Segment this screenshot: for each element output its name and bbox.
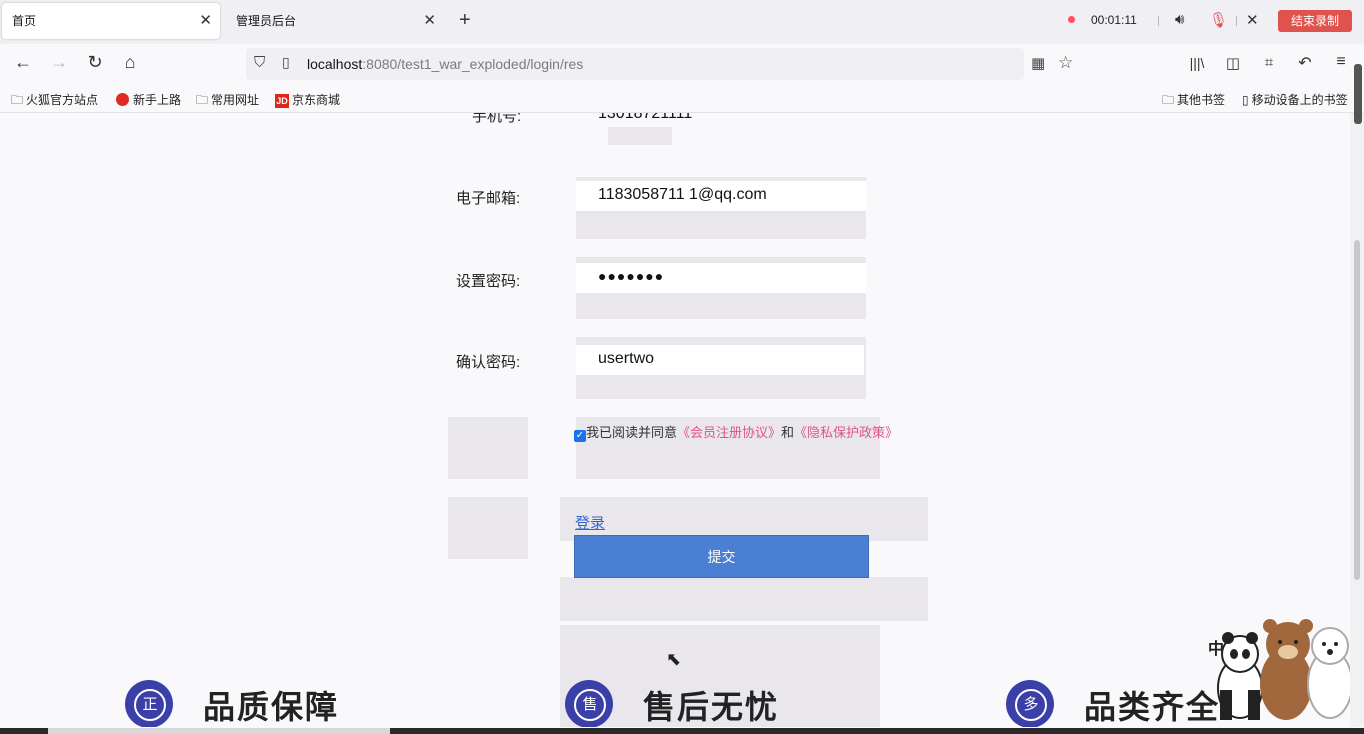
background-block xyxy=(560,577,928,621)
email-label: 电子邮箱: xyxy=(456,190,521,207)
sidebar-icon[interactable]: ◫ xyxy=(1221,54,1245,72)
bookmark-item[interactable]: 新手上路 xyxy=(116,91,181,108)
confirm-password-value[interactable]: usertwo xyxy=(598,350,654,368)
tab-strip: 首页 ✕ 管理员后台 ✕ + 00:01:11 🔊︎ 🎙︎ ✕ 结束录制 xyxy=(0,0,1364,44)
phone-input[interactable]: 13018721111 xyxy=(598,113,692,123)
feature-text: 品质保障 xyxy=(203,689,340,725)
feature-text: 售后无忧 xyxy=(643,689,780,725)
bookmark-item[interactable]: JD 京东商城 xyxy=(275,91,340,108)
screenshot-crop-icon[interactable]: ⌗ xyxy=(1257,54,1281,71)
undo-icon[interactable]: ↶ xyxy=(1293,53,1317,73)
agreement-row: ✓ 我已阅读并同意《会员注册协议》和《隐私保护政策》 xyxy=(574,422,898,442)
recording-timer: 00:01:11 xyxy=(1091,13,1137,27)
navigation-toolbar: ← → ↻ ⌂ ⛉ ▯ localhost:8080/test1_war_exp… xyxy=(0,44,1364,84)
background-block xyxy=(448,417,528,479)
page-icon[interactable]: ▯ xyxy=(282,54,290,71)
menu-icon[interactable]: ≡ xyxy=(1329,53,1353,71)
qr-code-icon[interactable]: ▦ xyxy=(1031,54,1045,72)
mobile-bookmarks[interactable]: ▯ 移动设备上的书签 xyxy=(1242,91,1348,108)
close-tab-icon[interactable]: ✕ xyxy=(423,3,436,39)
privacy-policy-link[interactable]: 《隐私保护政策》 xyxy=(794,425,898,440)
background-block xyxy=(448,497,528,559)
password-value[interactable]: ●●●●●●● xyxy=(598,268,664,284)
divider xyxy=(1158,16,1159,26)
agreement-checkbox[interactable]: ✓ xyxy=(574,430,586,442)
login-link[interactable]: 登录 xyxy=(575,512,605,533)
close-tab-icon[interactable]: ✕ xyxy=(199,3,212,39)
bookmark-star-icon[interactable]: ☆ xyxy=(1058,53,1073,73)
tab-label: 管理员后台 xyxy=(236,14,297,28)
confirm-password-label: 确认密码: xyxy=(456,354,521,371)
phone-label: 手机号: xyxy=(472,113,522,125)
other-bookmarks[interactable]: 🗀 其他书签 xyxy=(1162,91,1225,112)
and-text: 和 xyxy=(781,425,795,440)
member-agreement-link[interactable]: 《会员注册协议》 xyxy=(677,425,781,440)
mobile-icon: ▯ xyxy=(1242,93,1249,107)
address-bar[interactable]: ⛉ ▯ localhost:8080/test1_war_exploded/lo… xyxy=(246,48,1073,80)
password-label: 设置密码: xyxy=(456,273,521,290)
folder-icon: 🗀 xyxy=(1162,93,1175,107)
library-icon[interactable]: |||\ xyxy=(1185,55,1209,71)
close-recorder-icon[interactable]: ✕ xyxy=(1246,11,1259,29)
folder-icon: 🗀 xyxy=(11,93,24,107)
shield-icon[interactable]: ⛉ xyxy=(254,54,265,71)
bookmarks-toolbar: 🗀 火狐官方站点 新手上路 🗀 常用网址 JD 京东商城 🗀 其他书签 ▯ 移动设备上的书… xyxy=(0,84,1364,113)
taskbar xyxy=(0,728,1364,734)
back-arrow-icon[interactable]: ← xyxy=(11,52,35,73)
home-icon[interactable]: ⌂ xyxy=(118,52,142,73)
toolbar-scroll-handle[interactable] xyxy=(1354,64,1362,124)
page-content: 手机号: 13018721111 电子邮箱: 1183058711 1@qq.c… xyxy=(0,113,1350,727)
variety-badge-icon: 多 xyxy=(1006,680,1054,727)
stop-recording-button[interactable]: 结束录制 xyxy=(1278,10,1352,32)
divider xyxy=(1236,16,1237,26)
tab-admin[interactable]: 管理员后台 ✕ xyxy=(226,3,444,39)
url-text[interactable]: localhost:8080/test1_war_exploded/login/… xyxy=(307,56,583,72)
taskbar-highlight xyxy=(48,728,390,734)
mouse-cursor-icon: ⬉ xyxy=(666,649,682,669)
recording-indicator-icon xyxy=(1068,16,1075,23)
jd-logo-icon: JD xyxy=(275,94,289,108)
aftersales-badge-icon: 售 xyxy=(565,680,613,727)
bookmark-item[interactable]: 🗀 火狐官方站点 xyxy=(11,91,98,112)
reload-icon[interactable]: ↻ xyxy=(83,52,107,73)
agreement-text: 我已阅读并同意 xyxy=(586,425,678,440)
mic-muted-icon[interactable]: 🎙︎ xyxy=(1209,11,1228,29)
speaker-icon[interactable]: 🔊︎ xyxy=(1175,11,1184,28)
new-tab-button[interactable]: + xyxy=(459,9,471,32)
firefox-icon xyxy=(116,93,129,106)
quality-badge-icon: 正 xyxy=(125,680,173,727)
submit-button[interactable]: 提交 xyxy=(574,535,869,578)
email-value[interactable]: 1183058711 1@qq.com xyxy=(598,186,767,204)
bookmark-item[interactable]: 🗀 常用网址 xyxy=(196,91,259,112)
tab-label: 首页 xyxy=(12,14,37,28)
bears-mascot-image: 中 xyxy=(1208,619,1353,720)
folder-icon: 🗀 xyxy=(196,93,209,107)
tab-home[interactable]: 首页 ✕ xyxy=(2,3,220,39)
scrollbar-thumb[interactable] xyxy=(1354,240,1360,580)
background-block xyxy=(608,127,672,145)
forward-arrow-icon[interactable]: → xyxy=(47,52,71,73)
